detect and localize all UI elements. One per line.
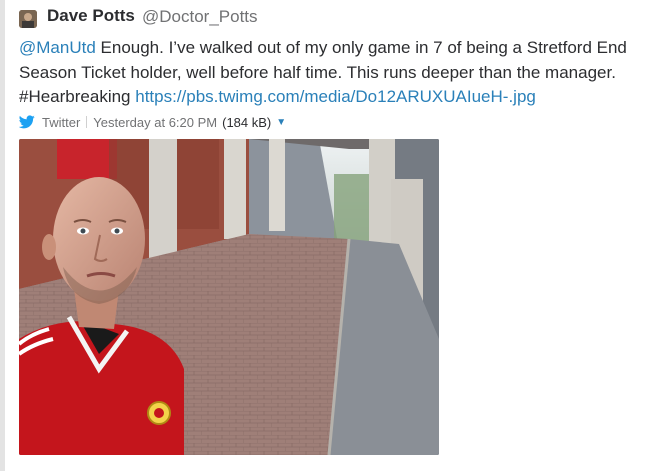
photo-selfie-image bbox=[19, 139, 439, 455]
timestamp[interactable]: Yesterday at 6:20 PM bbox=[93, 115, 217, 130]
hashtag: #Hearbreaking bbox=[19, 87, 131, 106]
author-handle[interactable]: @Doctor_Potts bbox=[142, 7, 258, 27]
attachment-meta: Twitter Yesterday at 6:20 PM (184 kB) ▼ bbox=[18, 113, 286, 131]
tweet-text-line-3: #Hearbreaking https://pbs.twimg.com/medi… bbox=[19, 85, 644, 110]
avatar-image bbox=[19, 10, 37, 28]
service-name[interactable]: Twitter bbox=[42, 115, 80, 130]
author-name[interactable]: Dave Potts bbox=[47, 6, 135, 26]
mention-link[interactable]: @ManUtd bbox=[19, 38, 96, 57]
tweet-text-line-1: @ManUtd Enough. I’ve walked out of my on… bbox=[19, 36, 644, 61]
tweet-photo[interactable] bbox=[19, 139, 439, 455]
tweet-text-line-2: Season Ticket holder, well before half t… bbox=[19, 62, 616, 82]
media-link[interactable]: https://pbs.twimg.com/media/Do12ARUXUAIu… bbox=[135, 87, 536, 106]
avatar[interactable] bbox=[19, 10, 37, 28]
tweet-text-part: Enough. I’ve walked out of my only game … bbox=[95, 38, 627, 57]
caret-down-icon[interactable]: ▼ bbox=[276, 117, 286, 128]
tweet-attachment: Dave Potts @Doctor_Potts @ManUtd Enough.… bbox=[0, 0, 650, 471]
attachment-rail bbox=[0, 0, 5, 471]
meta-divider bbox=[86, 116, 88, 128]
twitter-bird-icon bbox=[18, 115, 35, 129]
file-size: (184 kB) bbox=[222, 114, 272, 130]
tweet-text: @ManUtd Enough. I’ve walked out of my on… bbox=[19, 36, 644, 110]
